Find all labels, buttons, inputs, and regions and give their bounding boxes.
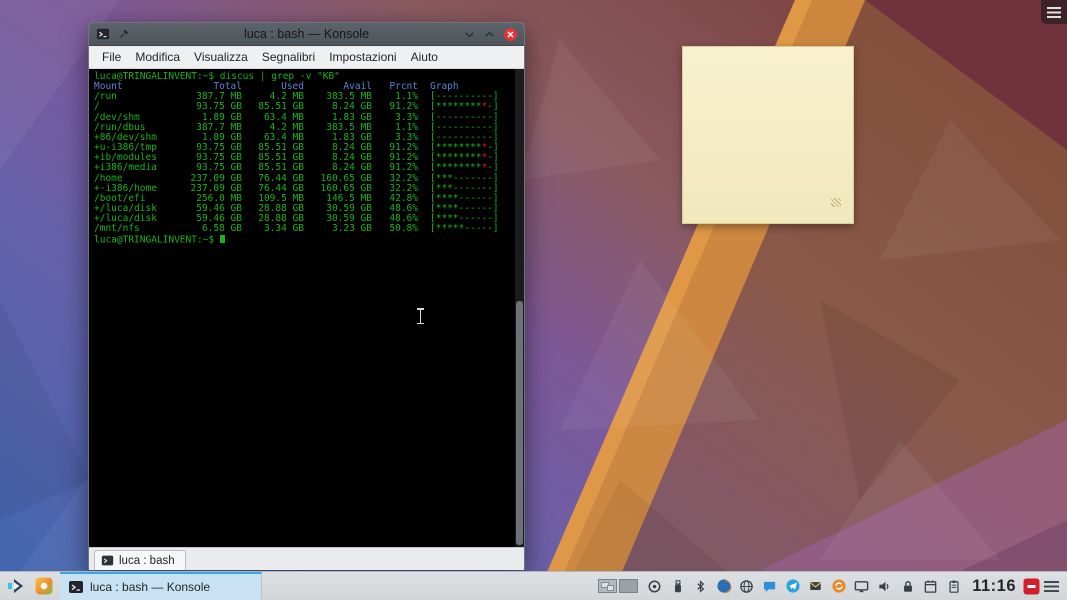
task-button-konsole[interactable]: luca : bash — Konsole — [60, 572, 262, 600]
display-icon[interactable] — [853, 578, 870, 595]
scrollbar-thumb[interactable] — [516, 301, 523, 545]
panel-menu-icon[interactable] — [1044, 581, 1059, 592]
terminal-row: /mnt/nfs6.58 GB3.34 GB3.23 GB50.8%[*****… — [94, 224, 514, 234]
messenger-icon[interactable] — [761, 578, 778, 595]
calendar-icon[interactable] — [922, 578, 939, 595]
menu-item-impostazioni[interactable]: Impostazioni — [322, 47, 403, 67]
network-globe-icon[interactable] — [738, 578, 755, 595]
task-button-label: luca : bash — Konsole — [90, 580, 210, 594]
terminal-rows: /run387.7 MB4.2 MB383.5 MB1.1%[---------… — [94, 92, 514, 234]
window-title: luca : bash — Konsole — [89, 27, 524, 41]
digital-clock[interactable]: 11:16 — [972, 577, 1016, 596]
task-konsole-icon — [68, 579, 84, 595]
mouse-ibeam-pointer — [416, 308, 425, 324]
sync-icon[interactable] — [830, 578, 847, 595]
pin-icon[interactable] — [118, 28, 130, 40]
sticky-note-widget[interactable] — [682, 46, 854, 224]
tab-luca-bash[interactable]: luca : bash — [94, 550, 186, 570]
taskbar-panel: luca : bash — Konsole — [0, 571, 1067, 600]
shell-prompt: luca@TRINGALINVENT:~$ — [94, 234, 214, 245]
tab-bar: luca : bash — [89, 547, 524, 570]
konsole-app-icon — [96, 27, 110, 41]
terminal-scrollbar[interactable] — [515, 69, 524, 547]
kde-connect-icon[interactable] — [646, 578, 663, 595]
title-bar[interactable]: luca : bash — Konsole — [89, 23, 524, 46]
email-icon[interactable] — [807, 578, 824, 595]
clipboard-icon[interactable] — [945, 578, 962, 595]
volume-icon[interactable] — [876, 578, 893, 595]
virtual-desktop-pager — [598, 579, 638, 593]
konsole-window: luca : bash — Konsole FileModificaVisual… — [88, 22, 525, 569]
launcher-area — [0, 575, 60, 598]
kde-app-shortcut-icon[interactable] — [32, 575, 55, 598]
menu-item-aiuto[interactable]: Aiuto — [404, 47, 445, 67]
device-notifier-icon[interactable] — [669, 578, 686, 595]
telegram-icon[interactable] — [784, 578, 801, 595]
terminal-prompt-line: luca@TRINGALINVENT:~$ — [94, 235, 514, 246]
tab-label: luca : bash — [119, 555, 175, 567]
tray-red-app-icon[interactable] — [1023, 578, 1040, 595]
terminal-viewport[interactable]: luca@TRINGALINVENT:~$discus | grep -v "K… — [89, 69, 524, 547]
pager-desktop-1[interactable] — [598, 579, 617, 593]
system-tray — [646, 578, 966, 595]
maximize-button[interactable] — [483, 28, 496, 41]
terminal-output: luca@TRINGALINVENT:~$discus | grep -v "K… — [89, 69, 524, 245]
lock-icon[interactable] — [899, 578, 916, 595]
pager-desktop-2[interactable] — [619, 579, 638, 593]
terminal-block-cursor — [220, 235, 225, 244]
menu-item-visualizza[interactable]: Visualizza — [187, 47, 255, 67]
desktop-toolbox[interactable] — [1041, 0, 1067, 24]
minimize-button[interactable] — [463, 28, 476, 41]
menu-item-segnalibri[interactable]: Segnalibri — [255, 47, 322, 67]
firefox-icon[interactable] — [715, 578, 732, 595]
menu-bar: FileModificaVisualizzaSegnalibriImpostaz… — [89, 46, 524, 69]
note-resize-handle-icon[interactable] — [831, 198, 841, 207]
app-launcher-icon[interactable] — [4, 575, 27, 598]
close-button[interactable] — [503, 27, 518, 42]
toolbox-menu-icon — [1047, 7, 1061, 18]
menu-item-file[interactable]: File — [95, 47, 128, 67]
bluetooth-icon[interactable] — [692, 578, 709, 595]
menu-item-modifica[interactable]: Modifica — [128, 47, 187, 67]
terminal-tab-icon — [101, 554, 114, 567]
